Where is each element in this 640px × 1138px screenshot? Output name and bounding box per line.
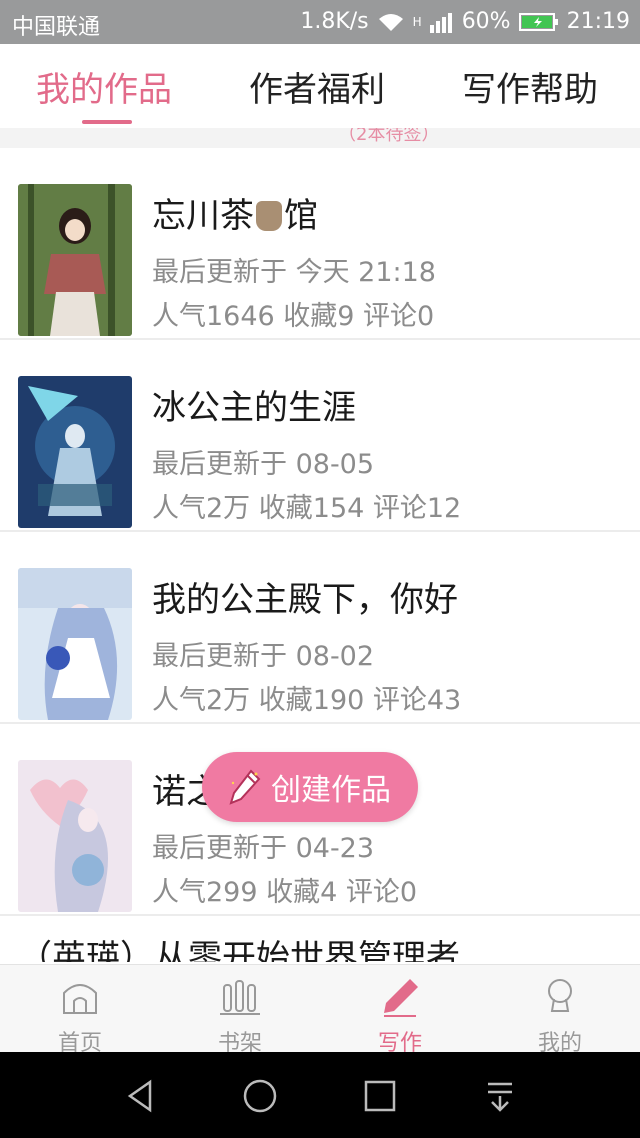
list-item[interactable]: 冰公主的生涯 最后更新于 08-05 人气2万 收藏154 评论12 <box>0 340 640 532</box>
list-item[interactable]: 忘川茶馆 最后更新于 今天 21:18 人气1646 收藏9 评论0 <box>0 148 640 340</box>
back-icon[interactable] <box>120 1076 160 1116</box>
recents-icon[interactable] <box>360 1076 400 1116</box>
notification-drawer-icon[interactable] <box>480 1076 520 1116</box>
book-cover-image <box>18 760 132 912</box>
pen-icon <box>384 979 418 1017</box>
pending-sign-hint: （2本待签） <box>338 128 440 145</box>
section-divider: （2本待签） <box>0 128 640 148</box>
network-speed: 1.8K/s <box>300 9 369 34</box>
tea-cup-icon <box>256 201 282 231</box>
network-type: H <box>412 14 422 29</box>
book-cover-image <box>18 568 132 720</box>
clock: 21:19 <box>566 9 630 34</box>
work-last-updated: 最后更新于 04-23 <box>152 833 375 864</box>
top-tabs: 我的作品 作者福利 写作帮助 <box>0 44 640 129</box>
home-icon <box>63 984 97 1014</box>
tab-my-works[interactable]: 我的作品 <box>36 62 172 111</box>
work-title: 冰公主的生涯 <box>152 388 356 428</box>
tab-writing-help[interactable]: 写作帮助 <box>462 62 598 111</box>
nav-item-profile[interactable]: 我的 <box>500 973 620 1056</box>
work-stats: 人气2万 收藏190 评论43 <box>152 685 462 716</box>
nav-item-home[interactable]: 首页 <box>20 973 140 1056</box>
tab-author-benefits[interactable]: 作者福利 <box>249 62 385 111</box>
bookshelf-icon <box>220 980 260 1015</box>
partial-work-title[interactable]: （英瑛）从零开始世界管理者 <box>18 930 618 962</box>
system-nav-bar <box>0 1052 640 1138</box>
create-work-button[interactable]: 创建作品 <box>202 752 418 822</box>
book-cover-image <box>18 376 132 528</box>
list-item[interactable]: 我的公主殿下，你好 最后更新于 08-02 人气2万 收藏190 评论43 <box>0 532 640 724</box>
work-stats: 人气2万 收藏154 评论12 <box>152 493 462 524</box>
battery-icon <box>518 12 558 31</box>
battery-percent: 60% <box>461 9 511 34</box>
carrier-label: 中国联通 <box>12 15 101 40</box>
nav-item-bookshelf[interactable]: 书架 <box>180 973 300 1056</box>
work-last-updated: 最后更新于 今天 21:18 <box>152 257 436 288</box>
status-right: 1.8K/s H 60% 21:19 <box>300 9 630 34</box>
work-title: 我的公主殿下，你好 <box>152 580 458 620</box>
active-tab-indicator <box>82 120 132 124</box>
home-circle-icon[interactable] <box>240 1076 280 1116</box>
signal-icon <box>429 12 452 33</box>
work-stats: 人气1646 收藏9 评论0 <box>152 301 435 332</box>
profile-icon <box>548 979 572 1012</box>
work-title: 忘川茶馆 <box>152 196 318 236</box>
work-last-updated: 最后更新于 08-02 <box>152 641 375 672</box>
nav-item-write[interactable]: 写作 <box>340 973 460 1056</box>
status-bar: 中国联通 1.8K/s H 60% 21:19 <box>0 0 640 44</box>
book-cover-image <box>18 184 132 336</box>
bottom-nav: 首页 书架 写作 我的 <box>0 964 640 1056</box>
work-last-updated: 最后更新于 08-05 <box>152 449 375 480</box>
create-work-label: 创建作品 <box>271 773 391 808</box>
wifi-icon <box>378 13 403 31</box>
work-stats: 人气299 收藏4 评论0 <box>152 877 418 908</box>
pencil-icon <box>229 769 261 805</box>
